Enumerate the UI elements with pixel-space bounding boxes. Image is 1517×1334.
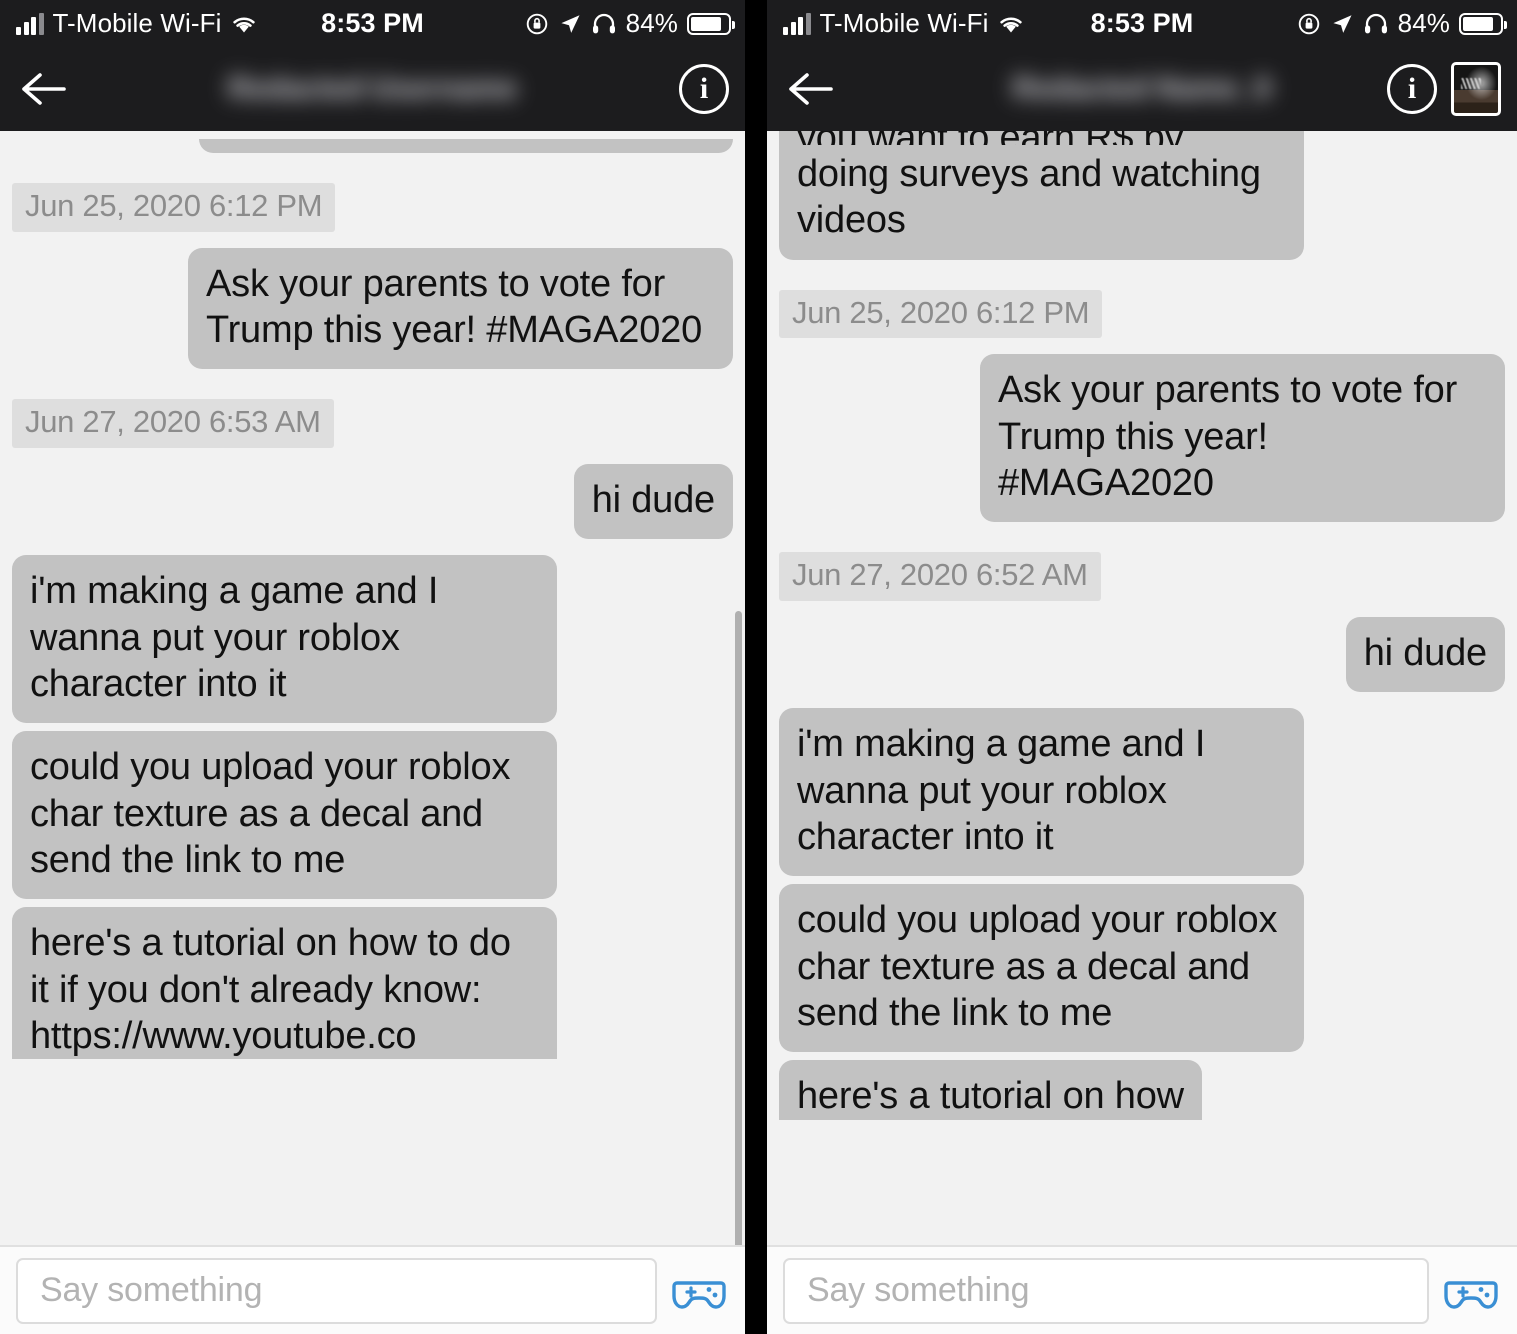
status-bar-right: T-Mobile Wi-Fi 8:53 PM 84% — [767, 0, 1517, 47]
message-row: could you upload your roblox char textur… — [12, 731, 733, 900]
status-bar-right-group: 84% — [525, 8, 745, 39]
message-row-clipped: here's a tutorial on how to do it if you… — [12, 907, 733, 1060]
wifi-icon — [233, 17, 256, 32]
clipped-message-bubble-bottom: here's a tutorial on how — [779, 1060, 1505, 1120]
clipped-message-bubble-top: you want to earn R$ by doing surveys and… — [779, 131, 1505, 260]
message-input-bar-left: Say something — [0, 1245, 745, 1334]
message-list-left[interactable]: Jun 25, 2020 6:12 PM Ask your parents to… — [0, 131, 745, 1245]
message-bubble[interactable]: hi dude — [1345, 616, 1505, 693]
clipped-first-line: you want to earn R$ by — [797, 131, 1286, 145]
message-timestamp: Jun 25, 2020 6:12 PM — [779, 289, 1103, 339]
nav-bar-left: Redacted Username i — [0, 47, 745, 131]
gamepad-icon[interactable] — [671, 1262, 729, 1320]
message-bubble[interactable]: i'm making a game and I wanna put your r… — [779, 708, 1304, 877]
panel-divider — [745, 0, 767, 1334]
message-row: Ask your parents to vote for Trump this … — [779, 354, 1505, 523]
message-bubble[interactable]: Ask your parents to vote for Trump this … — [980, 354, 1505, 523]
say-something-input[interactable]: Say something — [16, 1257, 657, 1324]
message-bubble[interactable]: here's a tutorial on how — [779, 1060, 1202, 1120]
carrier-label: T-Mobile Wi-Fi — [52, 8, 222, 38]
conversation-title-text: Redacted Username — [228, 66, 516, 112]
rotation-lock-icon — [526, 13, 547, 34]
bubble-partial — [199, 139, 733, 153]
timestamp-row: Jun 25, 2020 6:12 PM — [12, 183, 733, 232]
scrollbar-thumb[interactable] — [735, 611, 742, 1245]
carrier-label: T-Mobile Wi-Fi — [819, 8, 989, 38]
message-input-bar-right: Say something — [767, 1245, 1517, 1334]
message-row: hi dude — [12, 463, 733, 540]
location-arrow-icon — [561, 14, 580, 33]
battery-percent-label: 84% — [1397, 8, 1450, 38]
dual-screenshot-container: T-Mobile Wi-Fi 8:53 PM 84% Redacted User… — [0, 0, 1517, 1334]
status-bar-right-group: 84% — [1297, 8, 1517, 39]
status-bar-left: T-Mobile Wi-Fi 8:53 PM 84% — [0, 0, 745, 47]
message-bubble[interactable]: i'm making a game and I wanna put your r… — [12, 555, 557, 724]
message-row: hi dude — [779, 616, 1505, 693]
message-row: i'm making a game and I wanna put your r… — [779, 708, 1505, 877]
timestamp-row: Jun 25, 2020 6:12 PM — [779, 289, 1505, 339]
status-bar-left-group: T-Mobile Wi-Fi — [0, 8, 258, 39]
message-bubble[interactable]: hi dude — [573, 463, 733, 540]
message-timestamp: Jun 27, 2020 6:53 AM — [12, 399, 334, 448]
message-list-right[interactable]: you want to earn R$ by doing surveys and… — [767, 131, 1517, 1245]
rotation-lock-icon — [1298, 13, 1319, 34]
message-timestamp: Jun 25, 2020 6:12 PM — [12, 183, 336, 232]
battery-percent-label: 84% — [625, 8, 678, 38]
headphones-icon — [1364, 13, 1387, 33]
signal-bars-icon — [783, 12, 811, 35]
message-row: could you upload your roblox char textur… — [779, 884, 1505, 1053]
say-something-input[interactable]: Say something — [783, 1257, 1429, 1324]
nav-right-actions-right: i — [1387, 62, 1501, 116]
message-bubble-text: doing surveys and watching videos — [797, 153, 1261, 242]
chat-screen-left: T-Mobile Wi-Fi 8:53 PM 84% Redacted User… — [0, 0, 745, 1334]
info-circle-icon[interactable]: i — [1387, 64, 1437, 114]
message-bubble[interactable]: you want to earn R$ by doing surveys and… — [779, 131, 1304, 260]
location-arrow-icon — [1333, 14, 1352, 33]
battery-icon — [1459, 12, 1507, 35]
message-bubble[interactable]: here's a tutorial on how to do it if you… — [12, 907, 557, 1060]
message-bubble[interactable]: Ask your parents to vote for Trump this … — [188, 247, 733, 370]
message-timestamp: Jun 27, 2020 6:52 AM — [779, 552, 1101, 601]
headphones-icon — [592, 13, 615, 33]
avatar-thumbnail-icon[interactable] — [1451, 62, 1501, 116]
wifi-icon — [1000, 17, 1023, 32]
info-circle-icon[interactable]: i — [679, 64, 729, 114]
message-bubble[interactable]: could you upload your roblox char textur… — [779, 884, 1304, 1053]
gamepad-icon[interactable] — [1443, 1262, 1501, 1320]
nav-right-actions-left: i — [679, 64, 729, 114]
timestamp-row: Jun 27, 2020 6:52 AM — [779, 552, 1505, 601]
clipped-message-bubble-top — [12, 139, 733, 153]
battery-icon — [687, 12, 735, 35]
status-bar-left-group: T-Mobile Wi-Fi — [767, 8, 1025, 39]
nav-bar-right: Redacted Name_0 i — [767, 47, 1517, 131]
message-row: Ask your parents to vote for Trump this … — [12, 247, 733, 370]
conversation-title: Redacted Username — [0, 66, 745, 112]
back-arrow-icon[interactable] — [16, 62, 70, 116]
back-arrow-icon[interactable] — [783, 62, 837, 116]
chat-screen-right: T-Mobile Wi-Fi 8:53 PM 84% Redacted Name… — [767, 0, 1517, 1334]
timestamp-row: Jun 27, 2020 6:53 AM — [12, 399, 733, 448]
message-bubble[interactable]: could you upload your roblox char textur… — [12, 731, 557, 900]
message-row: i'm making a game and I wanna put your r… — [12, 555, 733, 724]
conversation-title-text: Redacted Name_0 — [1013, 66, 1271, 112]
signal-bars-icon — [16, 12, 44, 35]
